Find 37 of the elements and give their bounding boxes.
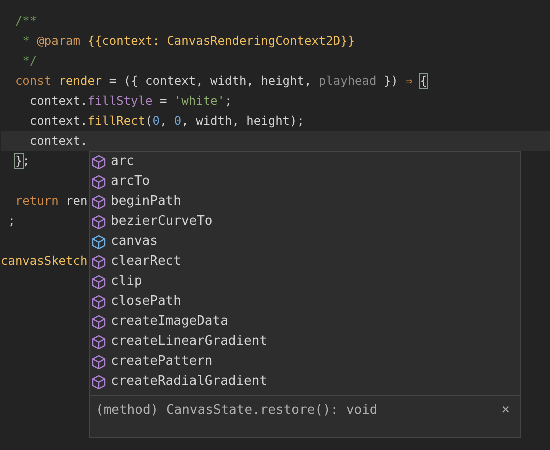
cube-icon <box>92 234 106 250</box>
cube-icon <box>92 174 106 190</box>
suggestion-item[interactable]: clearRect <box>111 252 182 272</box>
suggestion-item[interactable]: createPattern <box>111 352 213 372</box>
code-line: return ren <box>14 194 88 208</box>
code-line: ; <box>7 214 16 228</box>
suggestion-item[interactable]: createRadialGradient <box>111 372 268 392</box>
suggestion-item[interactable]: createLinearGradient <box>111 332 268 352</box>
code-line: canvasSketch <box>1 254 88 268</box>
cube-icon <box>92 194 106 210</box>
code-line: * @param {{context: CanvasRenderingContext2D}} <box>22 34 356 48</box>
suggestion-item[interactable]: arc <box>111 152 134 172</box>
code-line: context. <box>28 134 88 148</box>
cube-icon <box>92 294 106 310</box>
cube-icon <box>92 274 106 290</box>
suggestion-item[interactable]: bezierCurveTo <box>111 212 213 232</box>
cube-icon <box>92 334 106 350</box>
code-line: const render = ({ context, width, height, playhead }) ⇒ { <box>14 74 428 88</box>
suggestion-item[interactable]: closePath <box>111 292 182 312</box>
suggestion-item[interactable]: beginPath <box>111 192 182 212</box>
close-button[interactable]: × <box>498 403 514 417</box>
code-line: context.fillStyle = 'white'; <box>28 94 232 108</box>
cube-icon <box>92 314 106 330</box>
suggestion-item[interactable]: arcTo <box>111 172 150 192</box>
cube-icon <box>92 254 106 270</box>
cube-icon <box>92 214 106 230</box>
cube-icon <box>92 374 106 390</box>
cube-icon <box>92 354 106 370</box>
cube-icon <box>92 154 106 170</box>
suggestion-item[interactable]: createImageData <box>111 312 228 332</box>
code-line: */ <box>22 54 38 68</box>
suggestion-item[interactable]: clip <box>111 272 142 292</box>
code-line: }; <box>14 154 30 168</box>
code-line: /** <box>14 14 38 28</box>
detail-text: (method) CanvasState.restore(): void <box>96 402 378 420</box>
code-line: context.fillRect(0, 0, width, height); <box>28 114 304 128</box>
suggestion-item[interactable]: canvas <box>111 232 158 252</box>
